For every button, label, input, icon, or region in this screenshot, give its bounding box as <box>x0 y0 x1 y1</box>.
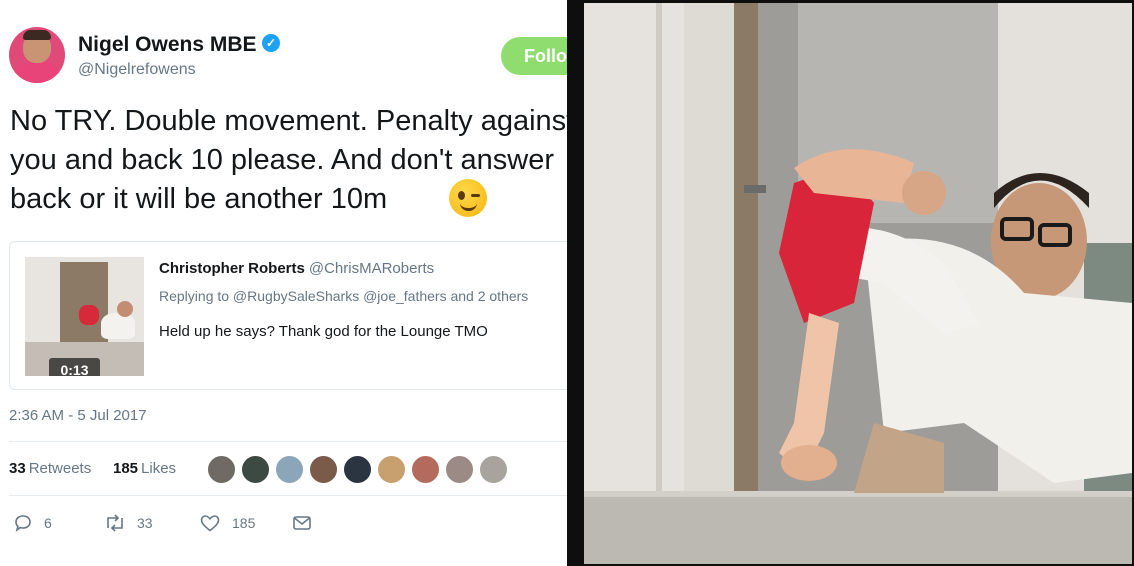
liker-avatar[interactable] <box>275 455 304 484</box>
liker-avatar[interactable] <box>241 455 270 484</box>
video-still-image <box>584 3 1132 564</box>
retweets-label: Retweets <box>28 460 92 477</box>
retweets-stat[interactable]: 33 Retweets <box>9 460 91 477</box>
tweet-timestamp[interactable]: 2:36 AM - 5 Jul 2017 <box>9 407 147 424</box>
liker-avatar[interactable] <box>309 455 338 484</box>
envelope-icon <box>293 516 311 530</box>
tweet-text-line: you and back 10 please. And don't answer <box>10 144 555 176</box>
follow-button[interactable]: Follow <box>501 37 567 75</box>
tweet-card: Nigel Owens MBE ✓ @Nigelrefowens Follow … <box>0 0 567 566</box>
divider <box>9 441 567 442</box>
video-frame[interactable] <box>567 0 1134 566</box>
winking-face-icon <box>449 179 487 217</box>
quoted-author-name: Christopher Roberts <box>159 260 305 277</box>
liker-avatar[interactable] <box>377 455 406 484</box>
divider <box>9 495 567 496</box>
replying-to-text: Replying to @RugbySaleSharks @joe_father… <box>159 288 529 304</box>
likes-count: 185 <box>113 460 139 477</box>
quoted-tweet-text: Held up he says? Thank god for the Loung… <box>159 323 488 340</box>
quoted-author-handle: @ChrisMARoberts <box>308 260 435 277</box>
like-count: 185 <box>232 515 256 531</box>
retweet-icon <box>107 514 123 532</box>
verified-badge-icon: ✓ <box>262 34 280 52</box>
video-duration-badge: 0:13 <box>49 358 100 376</box>
author-handle[interactable]: @Nigelrefowens <box>78 61 196 79</box>
retweets-count: 33 <box>9 460 26 477</box>
likes-label: Likes <box>141 460 177 477</box>
author-name[interactable]: Nigel Owens MBE <box>78 33 257 57</box>
tweet-text-line: No TRY. Double movement. Penalty against <box>10 105 567 137</box>
retweet-count: 33 <box>137 515 153 531</box>
liker-avatar[interactable] <box>445 455 474 484</box>
liker-avatar[interactable] <box>343 455 372 484</box>
author-avatar[interactable] <box>9 27 65 83</box>
liker-avatar[interactable] <box>207 455 236 484</box>
reply-icon <box>15 515 31 533</box>
liker-avatar[interactable] <box>479 455 508 484</box>
video-thumbnail[interactable]: 0:13 <box>25 257 144 376</box>
liker-avatar[interactable] <box>411 455 440 484</box>
quoted-tweet[interactable]: 0:13 Christopher Roberts @ChrisMARoberts … <box>9 241 567 390</box>
reply-count: 6 <box>44 515 52 531</box>
heart-icon <box>200 515 220 532</box>
quoted-author[interactable]: Christopher Roberts @ChrisMARoberts <box>159 260 434 277</box>
likes-stat[interactable]: 185 Likes <box>113 460 176 477</box>
